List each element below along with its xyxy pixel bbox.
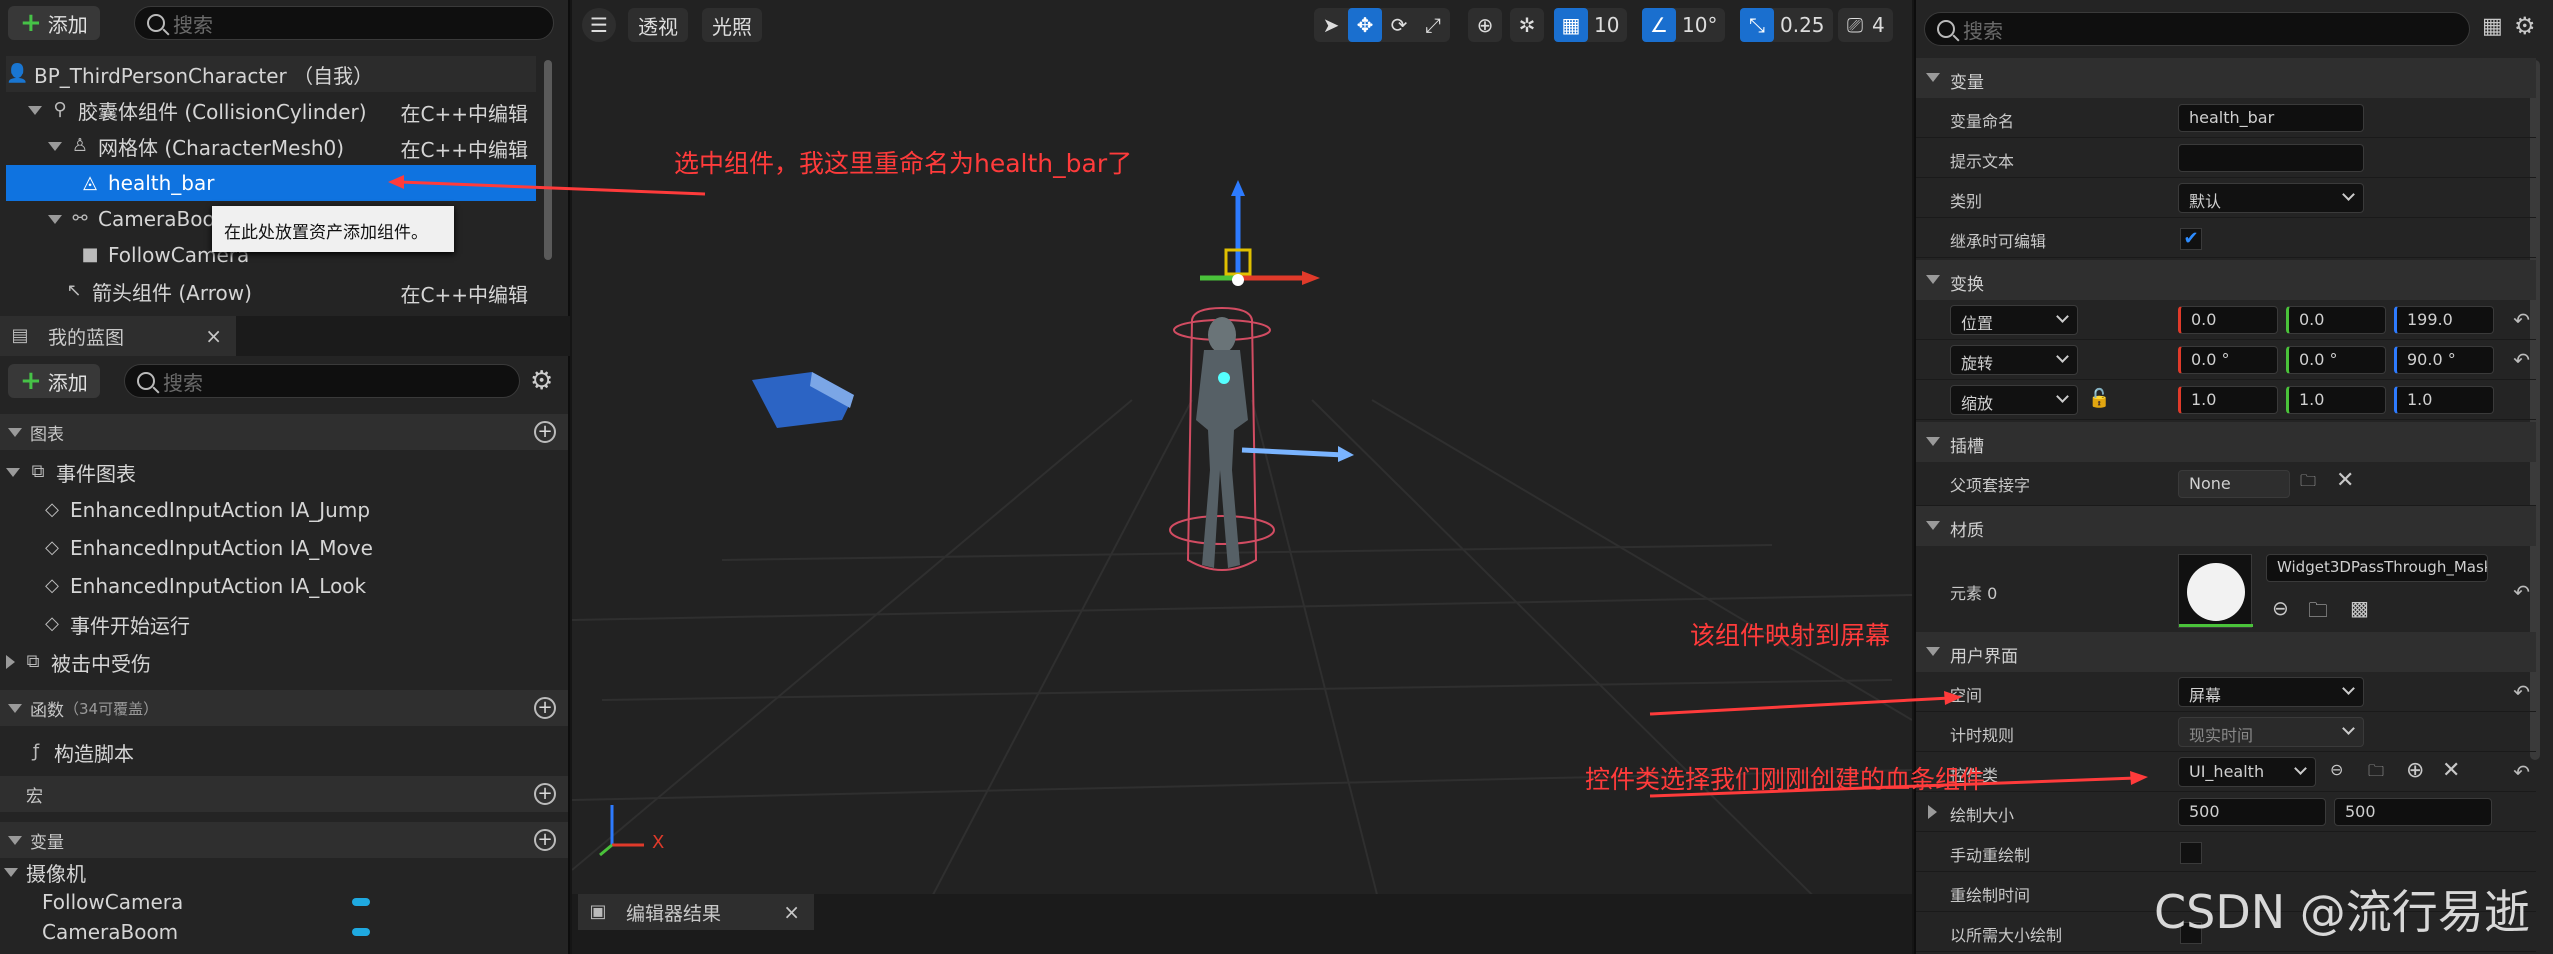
annotation-screen-space: 该组件映射到屏幕 xyxy=(1690,621,1891,650)
annotation-arrows xyxy=(388,175,2148,798)
annotation-rename: 选中组件，我这里重命名为health_bar了 xyxy=(674,149,1133,178)
annotation-widget-class: 控件类选择我们刚刚创建的血条组件 xyxy=(1585,765,1986,794)
watermark: CSDN @流行易逝 xyxy=(2154,885,2530,939)
